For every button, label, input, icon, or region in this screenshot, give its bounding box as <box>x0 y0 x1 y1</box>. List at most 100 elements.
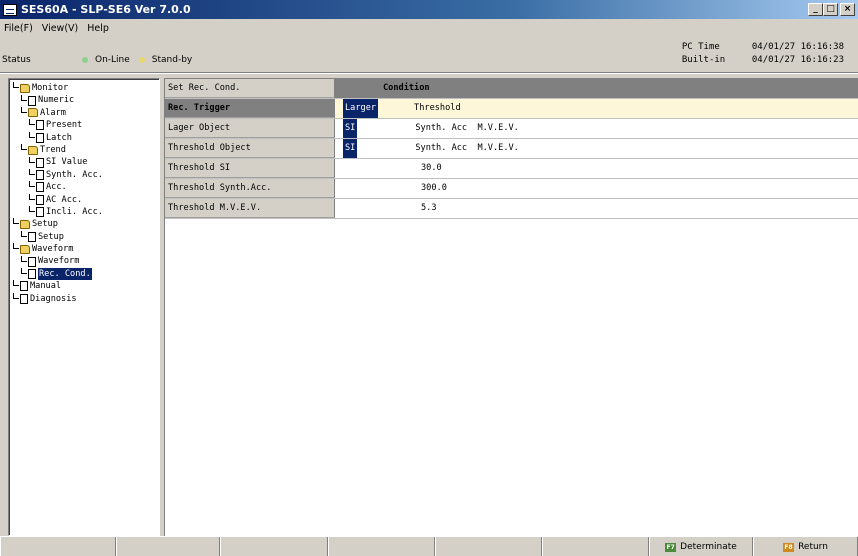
grid-row[interactable]: Threshold Object SI Synth. Acc M.V.E.V. <box>165 139 858 159</box>
menu-file[interactable]: File(F) <box>4 23 33 34</box>
tree-item[interactable]: Incli. Acc. <box>9 206 159 218</box>
tree-item[interactable]: Alarm <box>9 106 159 119</box>
grid-row-value[interactable]: 5.3 <box>335 199 858 218</box>
tree-item[interactable]: Latch <box>9 131 159 144</box>
tree-item-label: Waveform <box>38 256 80 267</box>
determinate-button[interactable]: F7 Determinate <box>649 537 753 556</box>
tree-connector <box>29 206 35 213</box>
minimize-button[interactable]: _ <box>808 3 823 16</box>
grid-row[interactable]: Threshold SI 30.0 <box>165 159 858 179</box>
tree-item-label: Monitor <box>32 83 69 93</box>
grid-row-value[interactable]: SI Synth. Acc M.V.E.V. <box>335 119 858 138</box>
grid-row-value[interactable]: 300.0 <box>335 179 858 198</box>
tree-item[interactable]: Setup <box>9 230 159 243</box>
grid-header-label: Set Rec. Cond. <box>165 79 335 98</box>
tree-item-label: Rec. Cond. <box>38 267 92 281</box>
pc-time-value: 04/01/27 16:16:38 <box>751 42 844 52</box>
divider <box>0 72 858 74</box>
tree-item-label: Trend <box>40 144 66 155</box>
document-icon <box>36 169 44 180</box>
return-label: Return <box>798 542 828 552</box>
grid-row-label: Threshold SI <box>165 159 335 178</box>
time-block: PC Time 04/01/27 16:16:38 Built-in 04/01… <box>682 41 844 67</box>
folder-icon <box>28 145 38 155</box>
document-icon <box>28 269 36 280</box>
selected-option[interactable]: SI <box>343 119 358 138</box>
navigation-tree: Monitor Numeric Alarm Present Latch Trend SI V… <box>8 78 160 536</box>
grid-row[interactable]: Threshold Synth.Acc. 300.0 <box>165 179 858 199</box>
close-button[interactable]: × <box>840 3 855 16</box>
option-text: 5.3 <box>421 203 437 213</box>
grid-row[interactable]: Lager Object SI Synth. Acc M.V.E.V. <box>165 119 858 139</box>
document-icon <box>28 95 36 106</box>
grid-row-label: Threshold Synth.Acc. <box>165 179 335 198</box>
document-icon <box>28 256 36 267</box>
tree-connector <box>29 131 35 138</box>
menu-help[interactable]: Help <box>87 23 109 34</box>
return-button[interactable]: F8 Return <box>753 537 858 556</box>
tree-item-label: Incli. Acc. <box>46 206 103 217</box>
tree-item[interactable]: Waveform <box>9 255 159 267</box>
grid-header-row: Set Rec. Cond. Condition <box>165 79 858 99</box>
document-icon <box>36 157 44 168</box>
grid-row-label: Threshold M.V.E.V. <box>165 199 335 218</box>
tree-item[interactable]: Setup <box>9 218 159 230</box>
tree-item[interactable]: Manual <box>9 280 159 292</box>
selected-option[interactable]: Larger <box>343 99 379 118</box>
maximize-button[interactable]: □ <box>823 3 838 16</box>
tree-connector <box>21 144 27 151</box>
option-text: Synth. Acc M.V.E.V. <box>415 143 519 153</box>
tree-item-label: Waveform <box>32 244 74 255</box>
grid-row-value[interactable]: SI Synth. Acc M.V.E.V. <box>335 139 858 158</box>
tree-item[interactable]: SI Value <box>9 156 159 168</box>
tree-item[interactable]: Numeric <box>9 94 159 106</box>
tree-item-label: Setup <box>38 231 64 242</box>
grid-header-value: Condition <box>335 79 858 98</box>
document-icon <box>36 120 44 131</box>
menu-view[interactable]: View(V) <box>42 23 78 34</box>
document-icon <box>36 182 44 193</box>
tree-item-label: Setup <box>32 219 58 230</box>
grid-row-label: Lager Object <box>165 119 335 138</box>
folder-icon <box>20 219 30 229</box>
tree-item[interactable]: Acc. <box>9 181 159 193</box>
tree-item-label: Diagnosis <box>30 293 77 304</box>
option-text: 30.0 <box>421 163 442 173</box>
tree-connector <box>13 218 19 225</box>
tree-item[interactable]: Diagnosis <box>9 292 159 305</box>
tree-item[interactable]: Rec. Cond. <box>9 267 159 281</box>
fkey-slot-6 <box>542 537 649 556</box>
tree-item-label: Manual <box>30 281 62 292</box>
fkey-slot-2 <box>116 537 220 556</box>
folder-icon <box>20 244 30 254</box>
tree-item-label: SI Value <box>46 157 88 168</box>
online-label: On-Line <box>95 55 130 65</box>
folder-icon <box>28 108 38 118</box>
grid-row[interactable]: Threshold M.V.E.V. 5.3 <box>165 199 858 219</box>
tree-item[interactable]: Synth. Acc. <box>9 168 159 181</box>
tree-item[interactable]: Present <box>9 119 159 131</box>
document-icon <box>36 194 44 205</box>
tree-connector <box>13 243 19 250</box>
tree-item-label: Present <box>46 120 83 131</box>
tree-connector <box>21 106 27 113</box>
grid-row[interactable]: Rec. Trigger Larger Threshold <box>165 99 858 119</box>
app-icon <box>3 3 17 16</box>
tree-item[interactable]: Trend <box>9 144 159 156</box>
tree-item[interactable]: Monitor <box>9 82 159 94</box>
selected-option[interactable]: SI <box>343 139 358 158</box>
function-key-bar: F7 Determinate F8 Return <box>0 536 858 556</box>
pc-time-label: PC Time <box>681 42 720 52</box>
document-icon <box>28 231 36 242</box>
tree-connector <box>29 156 35 163</box>
grid-row-label: Threshold Object <box>165 139 335 158</box>
fkey-slot-3 <box>220 537 328 556</box>
option-text: Threshold <box>414 103 461 113</box>
option-text: Synth. Acc M.V.E.V. <box>415 123 519 133</box>
tree-item[interactable]: AC Acc. <box>9 193 159 206</box>
grid-row-value[interactable]: 30.0 <box>335 159 858 178</box>
menu-bar: File(F) View(V) Help <box>0 19 600 37</box>
f7-key-icon: F7 <box>665 542 677 552</box>
tree-item[interactable]: Waveform <box>9 243 159 255</box>
grid-row-value[interactable]: Larger Threshold <box>335 99 858 118</box>
